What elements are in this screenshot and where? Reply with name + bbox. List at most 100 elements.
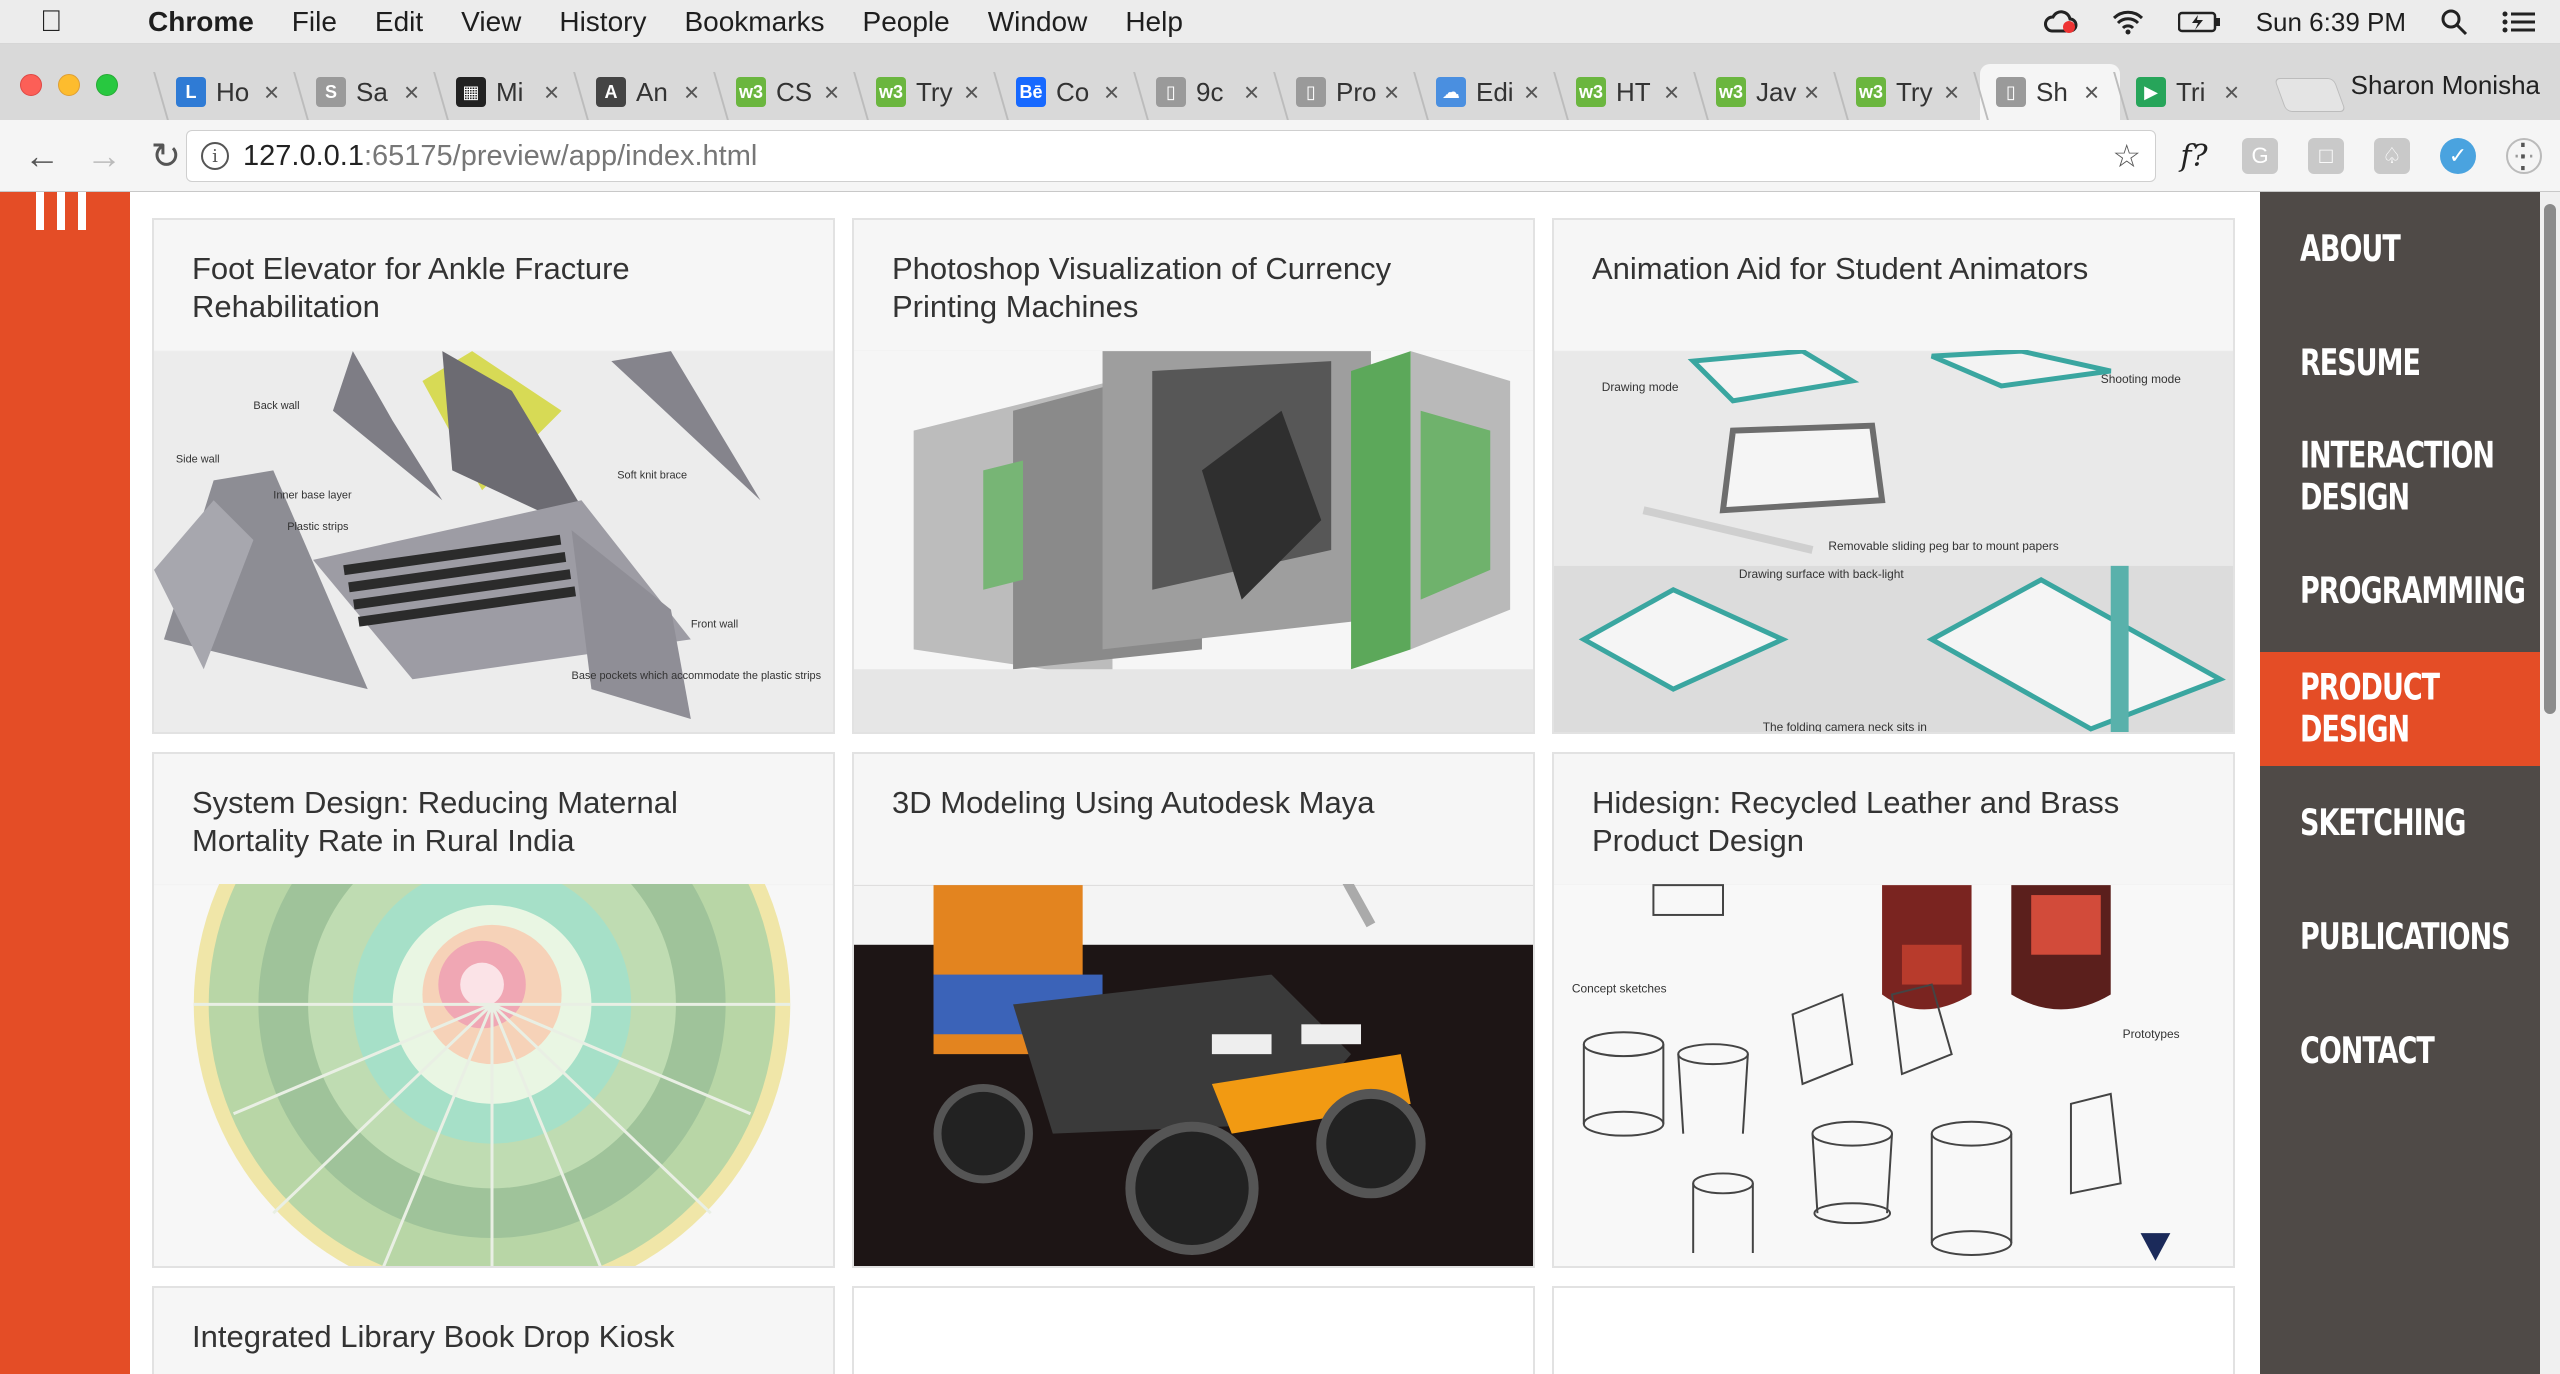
menu-help[interactable]: Help — [1125, 6, 1183, 38]
tab-title: Pro — [1336, 76, 1377, 107]
clock-text[interactable]: Sun 6:39 PM — [2256, 7, 2406, 38]
new-tab-button[interactable] — [2273, 78, 2347, 112]
menu-window[interactable]: Window — [988, 6, 1088, 38]
checker-extension-icon[interactable]: ✓ — [2440, 138, 2476, 174]
card-title: System Design: Reducing Maternal Mortali… — [154, 754, 833, 884]
project-card-animation-aid[interactable]: Animation Aid for Student Animators Draw… — [1552, 218, 2235, 734]
grammarly-extension-icon[interactable]: G — [2242, 138, 2278, 174]
hidesign-sketches-image: Concept sketches Prototypes — [1554, 884, 2233, 1266]
browser-tab[interactable]: A An × — [580, 64, 720, 120]
spotlight-search-icon[interactable] — [2440, 8, 2468, 36]
browser-tab[interactable]: w3 CS × — [720, 64, 860, 120]
address-bar[interactable]: i 127.0.0.1:65175/preview/app/index.html… — [186, 130, 2156, 182]
whatfont-extension-icon[interactable]: f? — [2176, 138, 2212, 174]
tab-title: CS — [776, 76, 813, 107]
translate-extension-icon[interactable]: ♤ — [2374, 138, 2410, 174]
browser-tab[interactable]: w3 HT × — [1560, 64, 1700, 120]
nav-product-design[interactable]: Product Design — [2260, 652, 2540, 766]
scrollbar-thumb[interactable] — [2544, 204, 2556, 714]
nav-sketching[interactable]: Sketching — [2260, 766, 2540, 880]
menu-history[interactable]: History — [559, 6, 646, 38]
nav-resume[interactable]: Resume — [2260, 306, 2540, 420]
browser-tab[interactable]: w3 Try × — [860, 64, 1000, 120]
browser-tab[interactable]: ▯ Pro × — [1280, 64, 1420, 120]
browser-tab[interactable]: Bē Co × — [1000, 64, 1140, 120]
nav-programming[interactable]: Programming — [2260, 534, 2540, 648]
tab-close-icon[interactable]: × — [264, 77, 279, 108]
project-card-hidesign[interactable]: Hidesign: Recycled Leather and Brass Pro… — [1552, 752, 2235, 1268]
menu-view[interactable]: View — [461, 6, 521, 38]
zoom-window-button[interactable] — [96, 74, 118, 96]
back-arrow-icon[interactable]: ← — [22, 135, 62, 177]
pocket-extension-icon[interactable]: □ — [2308, 138, 2344, 174]
browser-tab[interactable]: L Ho × — [160, 64, 300, 120]
notification-center-icon[interactable] — [2502, 10, 2536, 34]
card-title: 3D Modeling Using Autodesk Maya — [854, 754, 1533, 884]
hide-label-prototypes: Prototypes — [2123, 1027, 2180, 1041]
nav-publications[interactable]: Publications — [2260, 880, 2540, 994]
browser-tab[interactable]: w3 Jav × — [1700, 64, 1840, 120]
project-card-maya-modeling[interactable]: 3D Modeling Using Autodesk Maya — [852, 752, 1535, 1268]
wifi-icon[interactable] — [2112, 9, 2144, 35]
creative-cloud-icon[interactable] — [2043, 9, 2078, 35]
menu-people[interactable]: People — [863, 6, 950, 38]
reload-icon[interactable]: ↻ — [146, 135, 186, 177]
page-scrollbar[interactable] — [2540, 192, 2560, 1374]
chrome-menu-icon[interactable]: ⋮ — [2506, 136, 2540, 176]
tab-close-icon[interactable]: × — [404, 77, 419, 108]
tab-close-icon[interactable]: × — [1104, 77, 1119, 108]
tab-close-icon[interactable]: × — [1944, 77, 1959, 108]
project-card-foot-elevator[interactable]: Foot Elevator for Ankle Fracture Rehabil… — [152, 218, 835, 734]
browser-tab[interactable]: S Sa × — [300, 64, 440, 120]
browser-tab[interactable]: w3 Try × — [1840, 64, 1980, 120]
tab-close-icon[interactable]: × — [964, 77, 979, 108]
tab-favicon-icon: S — [316, 77, 346, 107]
menu-app-name[interactable]: Chrome — [148, 6, 254, 38]
nav-interaction-design[interactable]: Interaction Design — [2260, 420, 2540, 534]
nav-contact[interactable]: Contact — [2260, 994, 2540, 1108]
project-card-empty-1[interactable] — [852, 1286, 1535, 1374]
anim-label-shooting-mode: Shooting mode — [2101, 372, 2181, 386]
tab-title: Ho — [216, 76, 250, 107]
minimize-window-button[interactable] — [58, 74, 80, 96]
tab-close-icon[interactable]: × — [1804, 77, 1819, 108]
browser-tab[interactable]: ▦ Mi × — [440, 64, 580, 120]
tab-close-icon[interactable]: × — [1384, 77, 1399, 108]
foot-label-plastic-strips: Plastic strips — [287, 521, 349, 533]
project-card-book-drop-kiosk[interactable]: Integrated Library Book Drop Kiosk — [152, 1286, 835, 1374]
tab-favicon-icon: ▯ — [1156, 77, 1186, 107]
browser-tab[interactable]: ▯ Sh × — [1980, 64, 2120, 120]
animation-aid-image: Drawing mode Shooting mode Removable sli… — [1554, 350, 2233, 732]
close-window-button[interactable] — [20, 74, 42, 96]
card-title: Photoshop Visualization of Currency Prin… — [854, 220, 1533, 350]
apple-menu-icon[interactable]:  — [40, 5, 80, 39]
project-card-maternal-mortality[interactable]: System Design: Reducing Maternal Mortali… — [152, 752, 835, 1268]
tab-favicon-icon: ▶ — [2136, 77, 2166, 107]
tab-close-icon[interactable]: × — [684, 77, 699, 108]
tab-close-icon[interactable]: × — [2224, 77, 2239, 108]
tab-close-icon[interactable]: × — [2084, 77, 2099, 108]
menu-edit[interactable]: Edit — [375, 6, 423, 38]
battery-icon[interactable] — [2177, 10, 2222, 34]
hamburger-menu-icon[interactable] — [36, 192, 86, 230]
tab-close-icon[interactable]: × — [824, 77, 839, 108]
project-card-empty-2[interactable] — [1552, 1286, 2235, 1374]
tab-close-icon[interactable]: × — [544, 77, 559, 108]
nav-about[interactable]: About — [2260, 192, 2540, 306]
forward-arrow-icon[interactable]: → — [84, 135, 124, 177]
tab-favicon-icon: ▦ — [456, 77, 486, 107]
project-card-currency-machines[interactable]: Photoshop Visualization of Currency Prin… — [852, 218, 1535, 734]
menu-bookmarks[interactable]: Bookmarks — [684, 6, 824, 38]
tab-close-icon[interactable]: × — [1664, 77, 1679, 108]
tab-close-icon[interactable]: × — [1244, 77, 1259, 108]
bookmark-star-icon[interactable]: ☆ — [2112, 137, 2141, 175]
browser-tab[interactable]: ▯ 9c × — [1140, 64, 1280, 120]
site-info-icon[interactable]: i — [201, 142, 229, 170]
browser-tab[interactable]: ☁ Edi × — [1420, 64, 1560, 120]
profile-name[interactable]: Sharon Monisha — [2351, 70, 2540, 101]
tab-close-icon[interactable]: × — [1524, 77, 1539, 108]
tab-title: Sa — [356, 76, 388, 107]
browser-tab[interactable]: ▶ Tri × — [2120, 64, 2260, 120]
address-url[interactable]: 127.0.0.1:65175/preview/app/index.html — [243, 140, 757, 173]
menu-file[interactable]: File — [292, 6, 337, 38]
